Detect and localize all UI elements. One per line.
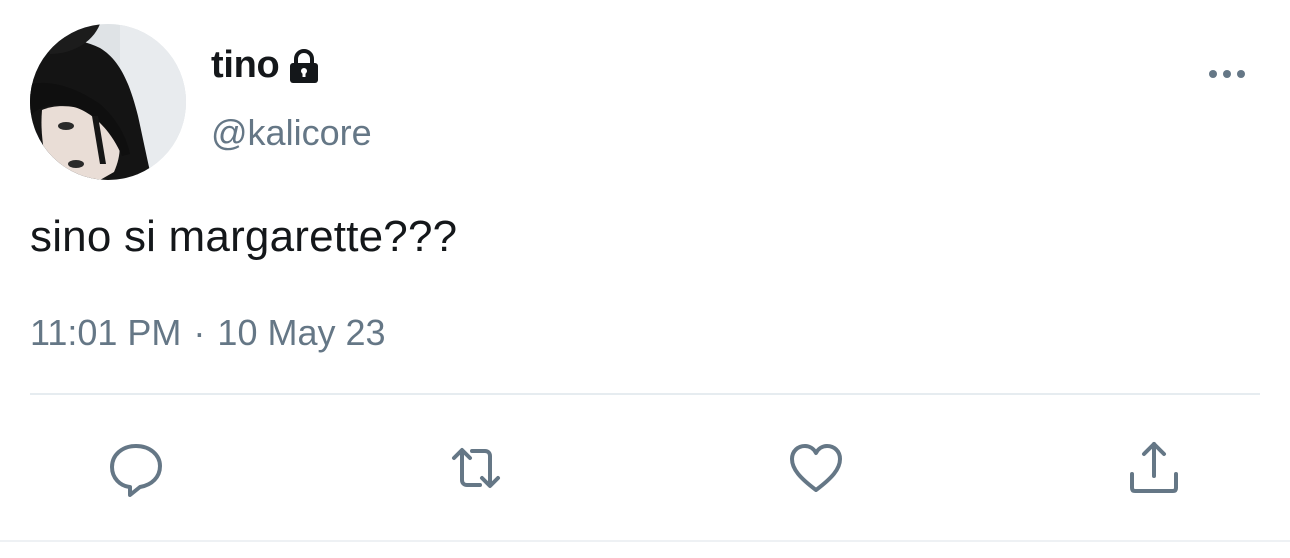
lock-icon [287, 47, 321, 85]
reply-icon [110, 444, 162, 497]
avatar[interactable] [30, 24, 186, 180]
retweet-button[interactable] [444, 436, 508, 500]
user-handle[interactable]: @kalicore [211, 112, 372, 154]
share-icon [1130, 442, 1178, 493]
bottom-divider [0, 540, 1290, 542]
tweet-text: sino si margarette??? [30, 212, 458, 261]
more-horizontal-icon[interactable] [1206, 64, 1248, 84]
retweet-icon [452, 448, 500, 488]
tweet-timestamp[interactable]: 11:01 PM · 10 May 23 [30, 312, 386, 354]
tweet-date: 10 May 23 [217, 312, 386, 353]
reply-button[interactable] [104, 436, 168, 500]
share-button[interactable] [1122, 436, 1186, 500]
display-name[interactable]: tino [211, 44, 280, 87]
profile-photo [30, 24, 186, 180]
author-name-row: tino [211, 44, 321, 87]
heart-icon [790, 444, 842, 492]
like-button[interactable] [784, 436, 848, 500]
divider [30, 393, 1260, 395]
meta-separator: · [193, 312, 206, 353]
tweet-time: 11:01 PM [30, 312, 182, 353]
